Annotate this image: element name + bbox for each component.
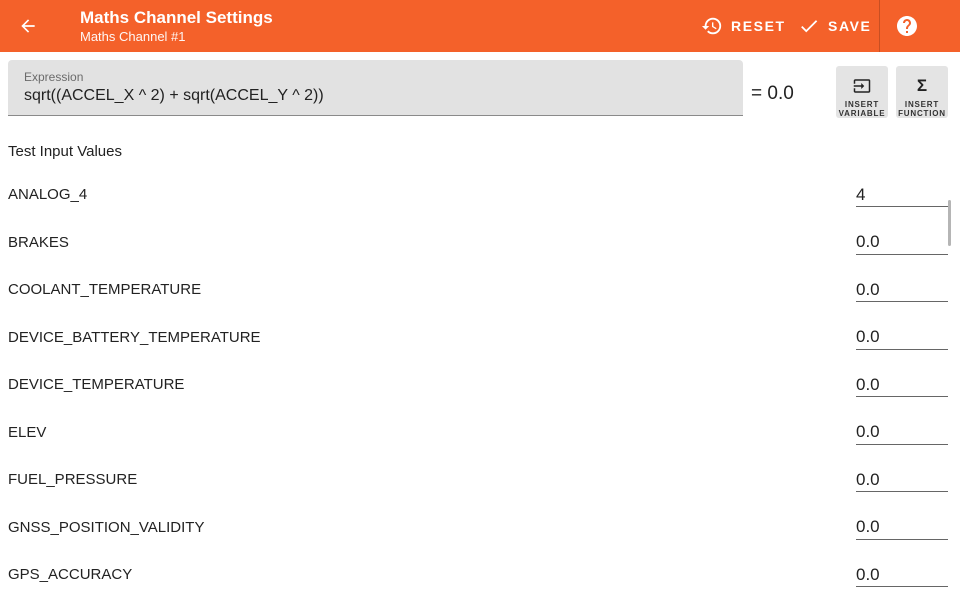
sigma-icon: Σ [916,76,928,95]
test-input-name: BRAKES [8,233,69,251]
test-input-row: ELEV [0,410,960,458]
test-input-name: GPS_ACCURACY [8,566,133,583]
test-input-row: DEVICE_TEMPERATURE [0,362,960,410]
history-icon [701,17,722,35]
help-button[interactable] [895,14,919,38]
page-title: Maths Channel Settings [80,8,273,27]
arrow-left-icon [21,19,35,33]
test-input-row: FUEL_PRESSURE [0,457,960,505]
test-input-values-heading: Test Input Values [8,143,122,160]
toolbar-divider [879,0,880,52]
insert-function-label: INSERT FUNCTION [898,100,946,118]
back-button[interactable] [12,10,44,42]
test-input-value-field[interactable] [856,183,948,207]
test-input-value-field[interactable] [856,563,948,587]
test-input-row: GNSS_POSITION_VALIDITY [0,505,960,553]
test-input-name: ELEV [8,423,47,441]
test-input-value-field[interactable] [856,468,948,492]
test-input-value-field[interactable] [856,420,948,445]
test-input-row: COOLANT_TEMPERATURE [0,267,960,315]
input-arrow-icon [852,76,872,96]
page-subtitle: Maths Channel #1 [80,29,186,44]
test-input-name: DEVICE_BATTERY_TEMPERATURE [8,328,261,346]
help-circle-icon [897,16,917,36]
reset-label: RESET [731,18,786,34]
test-input-value-field[interactable] [856,373,948,397]
test-input-row: BRAKES [0,220,960,268]
test-input-row: GPS_ACCURACY [0,552,960,600]
expression-field[interactable]: Expression sqrt((ACCEL_X ^ 2) + sqrt(ACC… [8,60,743,116]
test-input-name: FUEL_PRESSURE [8,471,138,488]
test-input-value-field[interactable] [856,230,948,255]
insert-variable-button[interactable]: INSERT VARIABLE [836,66,888,118]
test-input-row: DEVICE_BATTERY_TEMPERATURE [0,315,960,363]
test-input-name: ANALOG_4 [8,186,88,203]
insert-function-button[interactable]: Σ INSERT FUNCTION [896,66,948,118]
test-input-value-field[interactable] [856,278,948,302]
expression-label: Expression [24,70,84,84]
test-input-name: DEVICE_TEMPERATURE [8,376,185,393]
scrollbar-thumb[interactable] [948,200,951,246]
title-block: Maths Channel Settings Maths Channel #1 [80,7,273,46]
app-bar: Maths Channel Settings Maths Channel #1 … [0,0,960,52]
test-input-list: ANALOG_4 BRAKES COOLANT_TEMPERATURE DEVICE_… [0,172,960,600]
test-input-row: ANALOG_4 [0,172,960,220]
check-icon [801,20,818,33]
save-button[interactable]: SAVE [798,14,872,38]
reset-button[interactable]: RESET [701,14,786,38]
expression-input[interactable]: sqrt((ACCEL_X ^ 2) + sqrt(ACCEL_Y ^ 2)) [24,87,324,105]
test-input-name: GNSS_POSITION_VALIDITY [8,518,205,536]
expression-result: = 0.0 [751,83,794,104]
test-input-name: COOLANT_TEMPERATURE [8,281,202,298]
test-input-value-field[interactable] [856,325,948,350]
test-input-value-field[interactable] [856,515,948,540]
insert-variable-label: INSERT VARIABLE [838,100,886,118]
save-label: SAVE [828,18,872,34]
